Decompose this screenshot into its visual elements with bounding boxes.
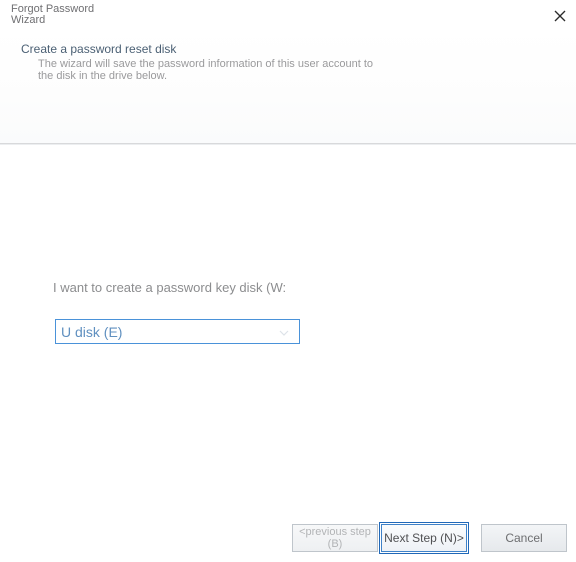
close-icon xyxy=(552,8,568,24)
cancel-button-label: Cancel xyxy=(505,531,542,545)
cancel-button[interactable]: Cancel xyxy=(481,524,567,552)
window-title: Forgot Password Wizard xyxy=(11,4,566,26)
previous-step-button: <previous step (B) xyxy=(292,524,378,552)
next-button-label: Next Step (N)> xyxy=(384,531,464,545)
prev-button-line2: (B) xyxy=(299,538,371,550)
wizard-subtext: The wizard will save the password inform… xyxy=(21,58,391,82)
close-button[interactable] xyxy=(552,8,568,24)
next-step-button[interactable]: Next Step (N)> xyxy=(381,524,467,552)
drive-select[interactable]: U disk (E) xyxy=(55,319,300,344)
drive-prompt-label: I want to create a password key disk (W: xyxy=(53,280,286,295)
wizard-body: I want to create a password key disk (W:… xyxy=(0,144,576,518)
title-bar: Forgot Password Wizard xyxy=(0,0,576,28)
wizard-heading: Create a password reset disk xyxy=(21,42,576,56)
prev-button-line1: <previous step xyxy=(299,526,371,538)
drive-select-value: U disk (E) xyxy=(61,324,122,340)
wizard-window: Forgot Password Wizard Create a password… xyxy=(0,0,576,562)
wizard-footer: <previous step (B) Next Step (N)> Cancel xyxy=(0,518,576,562)
wizard-header: Create a password reset disk The wizard … xyxy=(0,28,576,144)
chevron-down-icon xyxy=(279,323,289,341)
